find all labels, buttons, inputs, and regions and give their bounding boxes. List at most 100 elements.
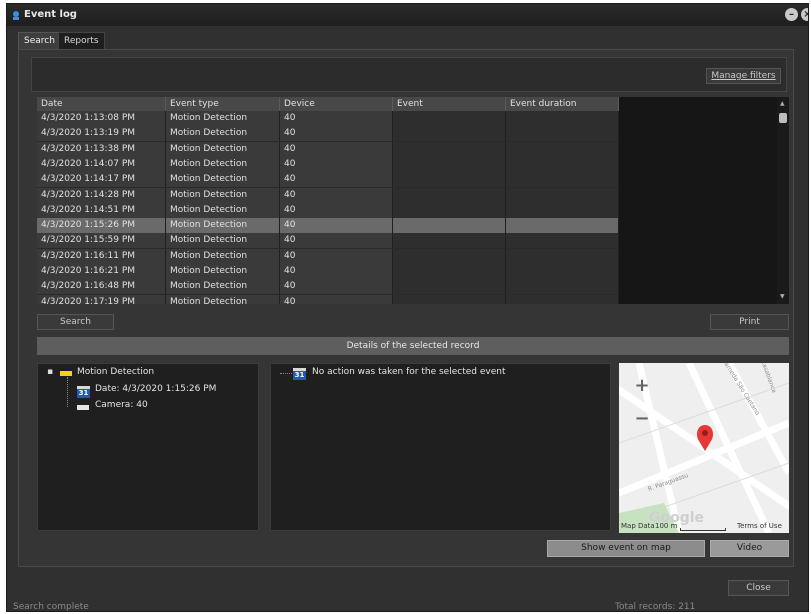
table-header: Date Event type Device Event Event durat…: [37, 97, 619, 111]
table-empty-area: [619, 97, 777, 304]
tree-connector: [67, 377, 69, 407]
cell-device: 40: [280, 264, 393, 279]
table-row[interactable]: 4/3/2020 1:13:08 PM Motion Detection 40: [37, 111, 619, 126]
cell-event-type: Motion Detection: [166, 141, 280, 157]
calendar-icon: 31: [77, 386, 90, 398]
cell-event-duration: [506, 156, 619, 172]
cell-date: 4/3/2020 1:14:28 PM: [37, 187, 166, 203]
cell-event: [393, 218, 506, 234]
cell-device: 40: [280, 294, 393, 304]
tab-search[interactable]: Search: [18, 32, 61, 50]
cell-date: 4/3/2020 1:15:26 PM: [37, 218, 166, 234]
cell-device: 40: [280, 126, 393, 142]
cell-event-duration: [506, 264, 619, 279]
print-button[interactable]: Print: [710, 314, 789, 330]
scrollbar-thumb[interactable]: [779, 113, 787, 123]
table-row[interactable]: 4/3/2020 1:16:21 PM Motion Detection 40: [37, 264, 619, 279]
table-row[interactable]: 4/3/2020 1:15:26 PM Motion Detection 40: [37, 218, 619, 234]
camera-icon: [77, 405, 89, 410]
status-text: Search complete: [13, 602, 89, 612]
cell-event-type: Motion Detection: [166, 111, 280, 126]
calendar-icon: 31: [293, 368, 306, 380]
cell-event-type: Motion Detection: [166, 172, 280, 188]
cell-event-duration: [506, 141, 619, 157]
cell-device: 40: [280, 141, 393, 157]
table-row[interactable]: 4/3/2020 1:14:07 PM Motion Detection 40: [37, 156, 619, 172]
cell-date: 4/3/2020 1:17:19 PM: [37, 294, 166, 304]
map-data-label[interactable]: Map Data: [621, 522, 655, 530]
close-window-icon[interactable]: ×: [801, 8, 808, 21]
title-bar[interactable]: Event log – ×: [7, 4, 808, 26]
cell-event: [393, 233, 506, 249]
table-row[interactable]: 4/3/2020 1:13:19 PM Motion Detection 40: [37, 126, 619, 142]
cell-date: 4/3/2020 1:13:38 PM: [37, 141, 166, 157]
table-row[interactable]: 4/3/2020 1:13:38 PM Motion Detection 40: [37, 141, 619, 157]
cell-event-type: Motion Detection: [166, 126, 280, 142]
filter-bar: [31, 57, 787, 92]
column-header-device[interactable]: Device: [280, 97, 393, 111]
cell-device: 40: [280, 172, 393, 188]
cell-event: [393, 172, 506, 188]
cell-event-type: Motion Detection: [166, 202, 280, 218]
cell-device: 40: [280, 187, 393, 203]
table-row[interactable]: 4/3/2020 1:16:11 PM Motion Detection 40: [37, 248, 619, 264]
events-table: Date Event type Device Event Event durat…: [37, 97, 619, 304]
zoom-in-icon[interactable]: +: [633, 377, 651, 395]
cell-date: 4/3/2020 1:14:51 PM: [37, 202, 166, 218]
column-header-event[interactable]: Event: [393, 97, 506, 111]
column-header-event-duration[interactable]: Event duration: [506, 97, 619, 111]
cell-event-duration: [506, 187, 619, 203]
table-row[interactable]: 4/3/2020 1:14:28 PM Motion Detection 40: [37, 187, 619, 203]
search-button[interactable]: Search: [37, 314, 114, 330]
cell-event: [393, 156, 506, 172]
cell-event-duration: [506, 126, 619, 142]
column-header-date[interactable]: Date: [37, 97, 166, 111]
cell-event-type: Motion Detection: [166, 187, 280, 203]
table-row[interactable]: 4/3/2020 1:14:17 PM Motion Detection 40: [37, 172, 619, 188]
zoom-out-icon[interactable]: −: [633, 410, 651, 428]
cell-event: [393, 126, 506, 142]
cell-event-duration: [506, 294, 619, 304]
cell-event-duration: [506, 233, 619, 249]
cell-event-type: Motion Detection: [166, 248, 280, 264]
cell-event-type: Motion Detection: [166, 279, 280, 295]
cell-date: 4/3/2020 1:14:07 PM: [37, 156, 166, 172]
actions-panel: 31 No action was taken for the selected …: [270, 363, 611, 531]
record-tree: ▪ Motion Detection 31 Date: 4/3/2020 1:1…: [37, 363, 259, 531]
collapse-toggle-icon[interactable]: ▪: [47, 367, 53, 377]
cell-event: [393, 202, 506, 218]
table-row[interactable]: 4/3/2020 1:15:59 PM Motion Detection 40: [37, 233, 619, 249]
show-event-on-map-button[interactable]: Show event on map: [547, 540, 705, 557]
tree-camera-label[interactable]: Camera: 40: [95, 400, 148, 410]
tab-reports[interactable]: Reports: [58, 32, 105, 50]
no-action-text: No action was taken for the selected eve…: [312, 367, 506, 377]
table-row[interactable]: 4/3/2020 1:14:51 PM Motion Detection 40: [37, 202, 619, 218]
cell-event-duration: [506, 202, 619, 218]
cell-device: 40: [280, 111, 393, 126]
details-header: Details of the selected record: [37, 337, 789, 355]
manage-filters-link[interactable]: Manage filters: [706, 68, 781, 84]
cell-event-duration: [506, 279, 619, 295]
close-button[interactable]: Close: [728, 580, 789, 596]
cell-device: 40: [280, 218, 393, 234]
tree-root-label[interactable]: Motion Detection: [77, 367, 154, 377]
scroll-down-icon[interactable]: ▼: [780, 293, 785, 300]
column-header-event-type[interactable]: Event type: [166, 97, 280, 111]
tree-connector: [280, 373, 292, 374]
cell-device: 40: [280, 156, 393, 172]
video-button[interactable]: Video: [710, 540, 789, 557]
table-scrollbar[interactable]: ▲ ▼: [777, 97, 789, 304]
terms-of-use-link[interactable]: Terms of Use: [737, 522, 782, 530]
map-scale-label: 100 m: [655, 522, 678, 530]
table-row[interactable]: 4/3/2020 1:17:19 PM Motion Detection 40: [37, 294, 619, 304]
tree-date-label[interactable]: Date: 4/3/2020 1:15:26 PM: [95, 384, 216, 394]
cell-device: 40: [280, 248, 393, 264]
cell-event: [393, 111, 506, 126]
minimize-icon[interactable]: –: [785, 8, 798, 21]
scroll-up-icon[interactable]: ▲: [780, 100, 785, 107]
cell-date: 4/3/2020 1:13:19 PM: [37, 126, 166, 142]
cell-event-type: Motion Detection: [166, 264, 280, 279]
total-records: Total records: 211: [615, 602, 696, 612]
app-icon: [13, 11, 19, 20]
table-row[interactable]: 4/3/2020 1:16:48 PM Motion Detection 40: [37, 279, 619, 295]
